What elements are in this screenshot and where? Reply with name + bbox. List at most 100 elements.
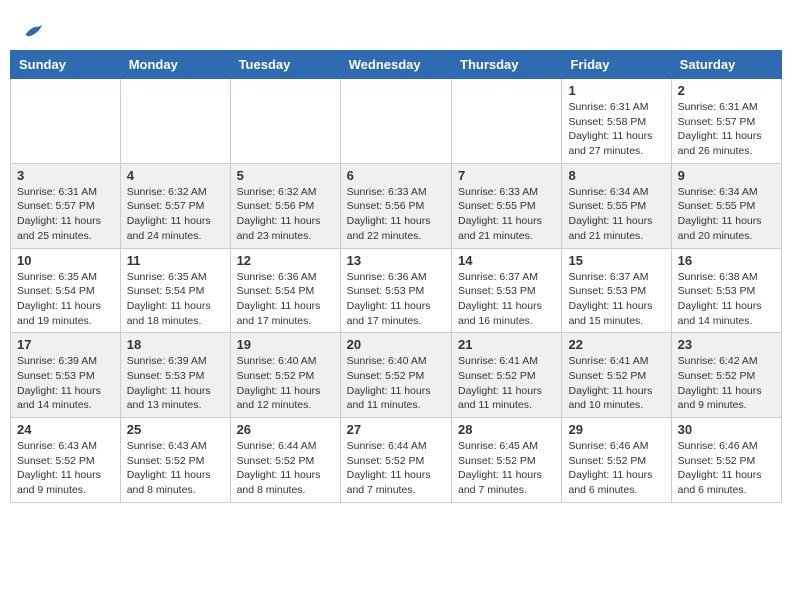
day-number: 10 (17, 253, 114, 268)
day-number: 1 (568, 83, 664, 98)
day-number: 27 (347, 422, 445, 437)
calendar-day-cell: 24 Sunrise: 6:43 AM Sunset: 5:52 PM Dayli… (11, 418, 121, 503)
day-number: 30 (678, 422, 775, 437)
day-number: 8 (568, 168, 664, 183)
weekday-header-row: SundayMondayTuesdayWednesdayThursdayFrid… (11, 51, 782, 79)
calendar-day-cell: 10Sunrise: 6:35 AM Sunset: 5:54 PM Dayli… (11, 248, 121, 333)
calendar-day-cell: 11 Sunrise: 6:35 AM Sunset: 5:54 PM Dayli… (120, 248, 230, 333)
day-info: Sunrise: 6:34 AM Sunset: 5:55 PM Dayligh… (678, 185, 775, 244)
calendar-day-cell: 16Sunrise: 6:38 AM Sunset: 5:53 PM Dayli… (671, 248, 781, 333)
day-info: Sunrise: 6:46 AM Sunset: 5:52 PM Dayligh… (568, 439, 664, 498)
calendar-day-cell: 3 Sunrise: 6:31 AM Sunset: 5:57 PM Daylig… (11, 163, 121, 248)
calendar-day-cell: 30Sunrise: 6:46 AM Sunset: 5:52 PM Dayli… (671, 418, 781, 503)
calendar-day-cell: 15Sunrise: 6:37 AM Sunset: 5:53 PM Dayli… (562, 248, 671, 333)
calendar-day-cell: 26Sunrise: 6:44 AM Sunset: 5:52 PM Dayli… (230, 418, 340, 503)
day-info: Sunrise: 6:31 AM Sunset: 5:57 PM Dayligh… (678, 100, 775, 159)
day-info: Sunrise: 6:39 AM Sunset: 5:53 PM Dayligh… (17, 354, 114, 413)
calendar-day-cell: 18 Sunrise: 6:39 AM Sunset: 5:53 PM Dayli… (120, 333, 230, 418)
day-number: 7 (458, 168, 555, 183)
day-info: Sunrise: 6:33 AM Sunset: 5:56 PM Dayligh… (347, 185, 445, 244)
day-info: Sunrise: 6:32 AM Sunset: 5:56 PM Dayligh… (237, 185, 334, 244)
day-number: 20 (347, 337, 445, 352)
day-number: 9 (678, 168, 775, 183)
day-info: Sunrise: 6:40 AM Sunset: 5:52 PM Dayligh… (347, 354, 445, 413)
day-info: Sunrise: 6:44 AM Sunset: 5:52 PM Dayligh… (237, 439, 334, 498)
day-info: Sunrise: 6:39 AM Sunset: 5:53 PM Dayligh… (127, 354, 224, 413)
day-info: Sunrise: 6:42 AM Sunset: 5:52 PM Dayligh… (678, 354, 775, 413)
page-header (10, 10, 782, 45)
day-info: Sunrise: 6:31 AM Sunset: 5:58 PM Dayligh… (568, 100, 664, 159)
calendar-day-cell: 29Sunrise: 6:46 AM Sunset: 5:52 PM Dayli… (562, 418, 671, 503)
day-info: Sunrise: 6:44 AM Sunset: 5:52 PM Dayligh… (347, 439, 445, 498)
calendar-day-cell (230, 79, 340, 164)
day-number: 28 (458, 422, 555, 437)
calendar-day-cell: 14 Sunrise: 6:37 AM Sunset: 5:53 PM Dayli… (452, 248, 562, 333)
day-info: Sunrise: 6:34 AM Sunset: 5:55 PM Dayligh… (568, 185, 664, 244)
day-info: Sunrise: 6:41 AM Sunset: 5:52 PM Dayligh… (458, 354, 555, 413)
day-info: Sunrise: 6:35 AM Sunset: 5:54 PM Dayligh… (127, 270, 224, 329)
calendar-day-cell: 21Sunrise: 6:41 AM Sunset: 5:52 PM Dayli… (452, 333, 562, 418)
weekday-header-thursday: Thursday (452, 51, 562, 79)
calendar-week-row: 24 Sunrise: 6:43 AM Sunset: 5:52 PM Dayli… (11, 418, 782, 503)
day-number: 22 (568, 337, 664, 352)
day-number: 15 (568, 253, 664, 268)
day-number: 3 (17, 168, 114, 183)
calendar-day-cell: 19 Sunrise: 6:40 AM Sunset: 5:52 PM Dayli… (230, 333, 340, 418)
weekday-header-saturday: Saturday (671, 51, 781, 79)
day-number: 17 (17, 337, 114, 352)
calendar-week-row: 17 Sunrise: 6:39 AM Sunset: 5:53 PM Dayli… (11, 333, 782, 418)
calendar-day-cell: 23 Sunrise: 6:42 AM Sunset: 5:52 PM Dayli… (671, 333, 781, 418)
day-info: Sunrise: 6:31 AM Sunset: 5:57 PM Dayligh… (17, 185, 114, 244)
weekday-header-wednesday: Wednesday (340, 51, 451, 79)
day-info: Sunrise: 6:32 AM Sunset: 5:57 PM Dayligh… (127, 185, 224, 244)
day-number: 18 (127, 337, 224, 352)
calendar-week-row: 1 Sunrise: 6:31 AM Sunset: 5:58 PM Daylig… (11, 79, 782, 164)
calendar-day-cell: 27 Sunrise: 6:44 AM Sunset: 5:52 PM Dayli… (340, 418, 451, 503)
day-info: Sunrise: 6:37 AM Sunset: 5:53 PM Dayligh… (458, 270, 555, 329)
day-info: Sunrise: 6:43 AM Sunset: 5:52 PM Dayligh… (17, 439, 114, 498)
day-info: Sunrise: 6:33 AM Sunset: 5:55 PM Dayligh… (458, 185, 555, 244)
logo-bird-icon (22, 20, 42, 40)
calendar-week-row: 10 Sunrise: 6:35 AM Sunset: 5:54 PM Dayli… (11, 248, 782, 333)
calendar-day-cell: 8 Sunrise: 6:34 AM Sunset: 5:55 PM Daylig… (562, 163, 671, 248)
day-info: Sunrise: 6:36 AM Sunset: 5:53 PM Dayligh… (347, 270, 445, 329)
calendar-day-cell: 20 Sunrise: 6:40 AM Sunset: 5:52 PM Dayli… (340, 333, 451, 418)
calendar-day-cell: 4 Sunrise: 6:32 AM Sunset: 5:57 PM Daylig… (120, 163, 230, 248)
calendar-day-cell: 5 Sunrise: 6:32 AM Sunset: 5:56 PM Daylig… (230, 163, 340, 248)
day-number: 5 (237, 168, 334, 183)
logo (20, 20, 42, 40)
calendar-day-cell (11, 79, 121, 164)
calendar-day-cell: 13 Sunrise: 6:36 AM Sunset: 5:53 PM Dayli… (340, 248, 451, 333)
calendar-week-row: 3 Sunrise: 6:31 AM Sunset: 5:57 PM Daylig… (11, 163, 782, 248)
weekday-header-friday: Friday (562, 51, 671, 79)
weekday-header-sunday: Sunday (11, 51, 121, 79)
day-info: Sunrise: 6:36 AM Sunset: 5:54 PM Dayligh… (237, 270, 334, 329)
day-info: Sunrise: 6:43 AM Sunset: 5:52 PM Dayligh… (127, 439, 224, 498)
calendar-day-cell: 2Sunrise: 6:31 AM Sunset: 5:57 PM Daylig… (671, 79, 781, 164)
calendar-day-cell: 1 Sunrise: 6:31 AM Sunset: 5:58 PM Daylig… (562, 79, 671, 164)
day-number: 14 (458, 253, 555, 268)
weekday-header-monday: Monday (120, 51, 230, 79)
calendar-day-cell: 12 Sunrise: 6:36 AM Sunset: 5:54 PM Dayli… (230, 248, 340, 333)
day-number: 6 (347, 168, 445, 183)
calendar-day-cell: 7 Sunrise: 6:33 AM Sunset: 5:55 PM Daylig… (452, 163, 562, 248)
day-number: 4 (127, 168, 224, 183)
day-number: 23 (678, 337, 775, 352)
day-info: Sunrise: 6:41 AM Sunset: 5:52 PM Dayligh… (568, 354, 664, 413)
day-number: 11 (127, 253, 224, 268)
day-info: Sunrise: 6:40 AM Sunset: 5:52 PM Dayligh… (237, 354, 334, 413)
calendar-day-cell: 28 Sunrise: 6:45 AM Sunset: 5:52 PM Dayli… (452, 418, 562, 503)
calendar-day-cell (120, 79, 230, 164)
day-number: 13 (347, 253, 445, 268)
calendar-day-cell: 22 Sunrise: 6:41 AM Sunset: 5:52 PM Dayli… (562, 333, 671, 418)
day-number: 12 (237, 253, 334, 268)
day-number: 24 (17, 422, 114, 437)
calendar-day-cell: 6 Sunrise: 6:33 AM Sunset: 5:56 PM Daylig… (340, 163, 451, 248)
calendar-day-cell (452, 79, 562, 164)
calendar-day-cell: 25 Sunrise: 6:43 AM Sunset: 5:52 PM Dayli… (120, 418, 230, 503)
day-info: Sunrise: 6:45 AM Sunset: 5:52 PM Dayligh… (458, 439, 555, 498)
day-info: Sunrise: 6:38 AM Sunset: 5:53 PM Dayligh… (678, 270, 775, 329)
day-number: 25 (127, 422, 224, 437)
calendar-day-cell (340, 79, 451, 164)
day-number: 19 (237, 337, 334, 352)
